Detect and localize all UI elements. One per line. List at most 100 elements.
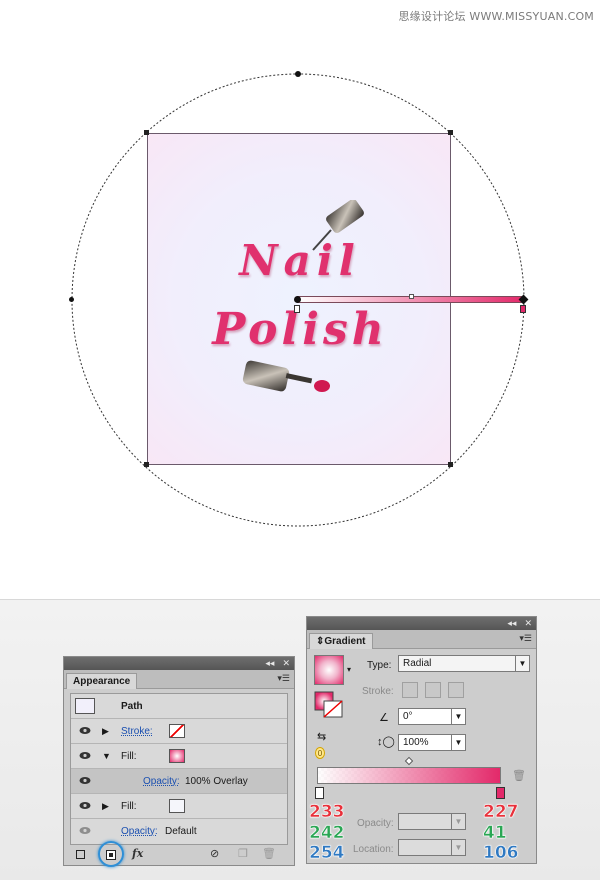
right-stop-green: 41 [483, 823, 507, 844]
appearance-row-fill-2[interactable]: ▶ Fill: [71, 794, 287, 819]
corner-handle-br[interactable] [448, 462, 453, 467]
left-stop-green: 242 [309, 823, 345, 844]
opacity-label[interactable]: Opacity: [143, 776, 180, 787]
gradient-preview-thumbnail[interactable] [314, 655, 344, 685]
appearance-footer: fx ⊘ ❐ 🗑 [70, 841, 288, 867]
collapse-icon[interactable]: ◂◂ [507, 618, 516, 629]
eye-icon[interactable] [79, 776, 91, 785]
delete-stop-icon[interactable]: 🗑 [512, 769, 526, 782]
gradient-panel: ◂◂ ✕ ⇕Gradient ▾☰ ▾ Type: Radial ▼ Strok… [306, 616, 537, 864]
right-stop-blue: 106 [483, 843, 519, 864]
opacity-label-2[interactable]: Opacity: [121, 826, 158, 837]
fill-white-swatch[interactable] [169, 799, 185, 813]
right-stop-red: 227 [483, 802, 519, 823]
appearance-row-opacity-default[interactable]: Opacity: Default [71, 819, 287, 844]
midpoint-diamond[interactable] [404, 756, 414, 766]
expand-triangle-icon[interactable]: ▶ [102, 801, 109, 812]
collapse-icon[interactable]: ◂◂ [265, 658, 274, 669]
tab-appearance[interactable]: Appearance [66, 673, 138, 689]
trash-icon[interactable]: 🗑 [262, 847, 276, 860]
type-label: Type: [367, 660, 392, 671]
circle-top-handle[interactable] [295, 71, 301, 77]
tab-gradient[interactable]: ⇕Gradient [309, 633, 373, 649]
eye-icon[interactable] [79, 801, 91, 810]
chevron-down-icon: ▼ [451, 840, 465, 855]
fill-stroke-proxy[interactable] [314, 691, 344, 719]
angle-value: 0° [403, 711, 413, 722]
appearance-row-opacity-overlay[interactable]: Opacity: 100% Overlay [71, 769, 287, 794]
aspect-ratio-input[interactable]: 100% ▼ [398, 734, 466, 751]
clear-appearance-icon[interactable]: ⊘ [210, 847, 219, 860]
fx-icon[interactable]: fx [132, 847, 143, 860]
corner-handle-tl[interactable] [144, 130, 149, 135]
appearance-titlebar: ◂◂ ✕ [64, 657, 294, 670]
stop-location-input[interactable]: ▼ [398, 839, 466, 856]
new-fill-icon[interactable] [106, 850, 116, 860]
artboard-area: 思缘设计论坛 WWW.MISSYUAN.COM Nail Polish [0, 0, 600, 600]
nail-text: Nail [239, 236, 361, 285]
fill-label: Fill: [121, 750, 137, 762]
type-select-value: Radial [403, 658, 432, 669]
aspect-ratio-value: 100% [403, 737, 429, 748]
stroke-across-icon[interactable] [448, 682, 464, 698]
corner-handle-tr[interactable] [448, 130, 453, 135]
close-icon[interactable]: ✕ [524, 618, 532, 629]
chevron-down-icon: ▼ [451, 735, 465, 750]
close-icon[interactable]: ✕ [282, 658, 290, 669]
fill-label-2: Fill: [121, 800, 137, 812]
gradient-stop-left[interactable] [315, 787, 324, 799]
gradient-tabrow: ⇕Gradient ▾☰ [307, 630, 536, 649]
duplicate-icon[interactable]: ❐ [238, 847, 248, 860]
path-thumbnail [75, 698, 95, 714]
chevron-down-icon: ▼ [451, 814, 465, 829]
stroke-label[interactable]: Stroke: [121, 726, 153, 737]
eye-icon[interactable] [79, 826, 91, 835]
expand-triangle-icon[interactable]: ▶ [102, 726, 109, 737]
opacity-value: 100% Overlay [185, 775, 248, 787]
screenshot: 思缘设计论坛 WWW.MISSYUAN.COM Nail Polish ◂◂ ✕… [0, 0, 600, 880]
angle-input[interactable]: 0° ▼ [398, 708, 466, 725]
panel-menu-icon[interactable]: ▾☰ [519, 633, 532, 644]
chevron-down-icon: ▼ [515, 656, 529, 671]
appearance-tabrow: Appearance ▾☰ [64, 670, 294, 689]
gradient-midpoint-handle[interactable] [409, 294, 414, 299]
gradient-start-stop[interactable] [294, 305, 300, 313]
appearance-row-stroke[interactable]: ▶ Stroke: [71, 719, 287, 744]
gradient-ramp-slider[interactable] [317, 767, 501, 784]
left-stop-red: 233 [309, 802, 345, 823]
left-stop-blue: 254 [309, 843, 345, 864]
new-stroke-icon[interactable] [76, 850, 85, 859]
gradient-titlebar: ◂◂ ✕ [307, 617, 536, 630]
aspect-ratio-icon: ↕◯ [377, 736, 395, 748]
tab-gradient-label: Gradient [324, 636, 366, 647]
reverse-gradient-icon[interactable]: ⇆ [317, 730, 326, 743]
gradient-origin-handle[interactable] [294, 296, 301, 303]
polish-text: Polish [212, 304, 388, 355]
circle-left-handle[interactable] [69, 297, 74, 302]
collapse-triangle-icon[interactable]: ▼ [102, 751, 111, 761]
panel-menu-icon[interactable]: ▾☰ [277, 673, 290, 684]
stroke-along-icon[interactable] [425, 682, 441, 698]
path-label: Path [121, 700, 143, 712]
stroke-none-swatch[interactable] [169, 724, 185, 738]
stroke-label: Stroke: [362, 686, 394, 697]
angle-icon: ∠ [379, 712, 389, 724]
stop-opacity-input[interactable]: ▼ [398, 813, 466, 830]
fill-gradient-swatch[interactable] [169, 749, 185, 763]
eye-icon[interactable] [79, 751, 91, 760]
appearance-row-fill[interactable]: ▼ Fill: [71, 744, 287, 769]
gradient-end-stop[interactable] [520, 305, 526, 313]
eye-icon[interactable] [79, 726, 91, 735]
chevron-down-icon: ▼ [451, 709, 465, 724]
appearance-panel: ◂◂ ✕ Appearance ▾☰ Path ▶ Stroke: ▼ Fill… [63, 656, 295, 867]
appearance-list: Path ▶ Stroke: ▼ Fill: Opacity: 100% Ove… [70, 693, 288, 845]
corner-handle-bl[interactable] [144, 462, 149, 467]
appearance-row-path[interactable]: Path [71, 694, 287, 719]
stroke-within-icon[interactable] [402, 682, 418, 698]
type-select[interactable]: Radial ▼ [398, 655, 530, 672]
gradient-stop-right[interactable] [496, 787, 505, 799]
gradient-presets-arrow-icon[interactable]: ▾ [347, 665, 351, 674]
opacity-default-value: Default [165, 826, 197, 837]
small-badge: 0 [315, 747, 325, 759]
location-label: Location: [353, 844, 394, 855]
